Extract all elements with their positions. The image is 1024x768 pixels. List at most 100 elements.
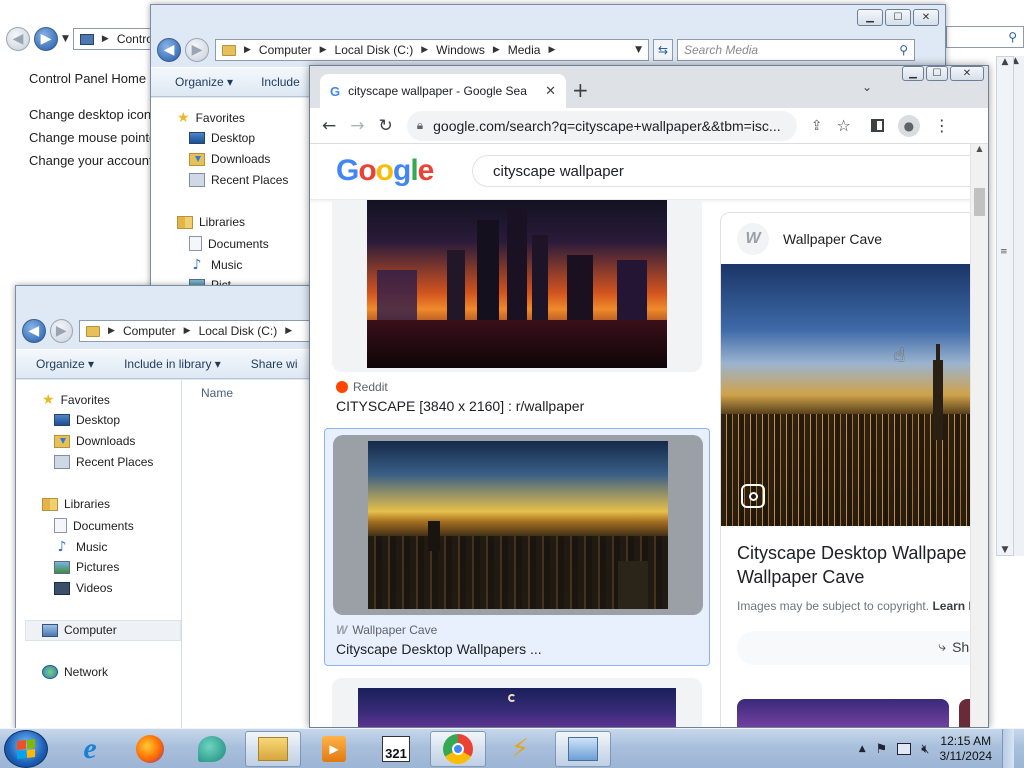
scroll-up-icon[interactable]: ▲: [997, 57, 1013, 73]
volume-muted-icon[interactable]: 🔇︎: [921, 742, 929, 757]
reload-icon[interactable]: ↻: [379, 116, 393, 136]
breadcrumb-local-disk[interactable]: Local Disk (C:): [199, 324, 278, 338]
media-player-icon[interactable]: ▶: [306, 731, 362, 767]
internet-explorer-icon[interactable]: e: [62, 731, 118, 767]
refresh-icon[interactable]: ⇆: [653, 39, 673, 61]
network-tray-icon[interactable]: [897, 743, 912, 755]
nav-recent-places[interactable]: Recent Places: [54, 455, 153, 469]
calendar-321-icon[interactable]: 321: [368, 731, 424, 767]
tab-close-icon[interactable]: ✕: [545, 84, 556, 99]
breadcrumb-media[interactable]: Media: [508, 43, 541, 57]
control-panel-search[interactable]: ⚲: [946, 26, 1024, 48]
preview-title-line1[interactable]: Cityscape Desktop Wallpape: [737, 543, 966, 564]
nav-network[interactable]: Network: [42, 665, 108, 679]
learn-more-link[interactable]: Learn I: [932, 599, 971, 613]
show-desktop-button[interactable]: [1002, 729, 1014, 768]
preview-image[interactable]: [721, 264, 971, 526]
nav-pictures[interactable]: Pictures: [54, 560, 119, 574]
lens-icon[interactable]: [741, 484, 765, 508]
include-in-library-button[interactable]: Include in library ▾: [124, 357, 221, 371]
nav-recent-places[interactable]: Recent Places: [189, 173, 288, 187]
control-panel-taskbar-button[interactable]: [555, 731, 611, 767]
sketch-tool-icon[interactable]: ⚡: [492, 731, 548, 767]
share-with-button[interactable]: Share wi: [251, 357, 298, 371]
new-tab-icon[interactable]: +: [572, 78, 589, 102]
image-result-1-title[interactable]: CITYSCAPE [3840 x 2160] : r/wallpaper: [336, 398, 584, 414]
media-panel-scrollbar[interactable]: ▲ ≡ ▼: [996, 56, 1014, 556]
include-button[interactable]: Include: [261, 75, 300, 89]
forward-arrow-icon[interactable]: →: [350, 116, 364, 136]
related-image-1[interactable]: [737, 699, 949, 727]
bookmark-star-icon[interactable]: ☆: [836, 116, 850, 135]
google-logo[interactable]: Google: [336, 154, 434, 188]
tab-search-icon[interactable]: ⌄: [862, 80, 872, 94]
close-button[interactable]: ✕: [950, 66, 984, 81]
scroll-grip-icon[interactable]: ≡: [1000, 247, 1008, 257]
image-result-1-source[interactable]: Reddit: [336, 380, 388, 394]
nav-documents[interactable]: Documents: [189, 236, 269, 251]
media-address-bar[interactable]: ▶ Computer ▶ Local Disk (C:) ▶ Windows ▶…: [215, 39, 649, 61]
clock[interactable]: 12:15 AM 3/11/2024: [940, 734, 993, 764]
change-mouse-pointer-link[interactable]: Change mouse pointer: [29, 130, 161, 145]
maximize-button[interactable]: ☐: [926, 66, 948, 81]
forward-icon[interactable]: ▶: [185, 38, 209, 62]
start-button[interactable]: [4, 730, 48, 768]
nav-favorites[interactable]: ★ Favorites: [42, 392, 110, 408]
nav-music[interactable]: ♪ Music: [54, 539, 108, 555]
image-result-2-title[interactable]: Cityscape Desktop Wallpapers ...: [336, 641, 542, 657]
history-dropdown-icon[interactable]: ▼: [62, 34, 69, 44]
chrome-tab[interactable]: G cityscape wallpaper - Google Sea ✕: [320, 74, 566, 108]
control-panel-home-link[interactable]: Control Panel Home: [29, 71, 146, 86]
google-search-input[interactable]: cityscape wallpaper: [472, 155, 988, 187]
breadcrumb-computer[interactable]: Computer: [123, 324, 176, 338]
firefox-icon[interactable]: [122, 731, 178, 767]
c-address-bar[interactable]: ▶ Computer ▶ Local Disk (C:) ▶: [79, 320, 314, 342]
chrome-menu-icon[interactable]: ⋮: [934, 116, 950, 135]
nav-desktop[interactable]: Desktop: [54, 413, 120, 427]
organize-button[interactable]: Organize ▾: [36, 357, 94, 371]
windows-explorer-taskbar-button[interactable]: [245, 731, 301, 767]
action-center-flag-icon[interactable]: ⚑: [876, 742, 888, 757]
nav-favorites[interactable]: ★ Favorites: [177, 110, 245, 126]
nav-music[interactable]: ♪ Music: [189, 257, 243, 273]
profile-avatar-icon[interactable]: ●: [897, 114, 920, 137]
change-desktop-icons-link[interactable]: Change desktop icons: [29, 107, 158, 122]
omnibox[interactable]: 🔒︎ google.com/search?q=cityscape+wallpap…: [406, 110, 797, 141]
nav-downloads[interactable]: Downloads: [54, 434, 135, 448]
forward-icon[interactable]: ▶: [49, 319, 74, 343]
breadcrumb-local-disk[interactable]: Local Disk (C:): [335, 43, 414, 57]
nav-libraries[interactable]: Libraries: [177, 215, 245, 229]
minimize-button[interactable]: ▁: [857, 9, 883, 26]
forward-icon[interactable]: ▶: [34, 27, 58, 51]
chrome-taskbar-button[interactable]: [430, 731, 486, 767]
breadcrumb-computer[interactable]: Computer: [259, 43, 312, 57]
back-icon[interactable]: ◀: [22, 319, 46, 343]
scroll-down-icon[interactable]: ▼: [997, 545, 1013, 555]
preview-source-row[interactable]: W Wallpaper Cave: [737, 223, 882, 255]
back-icon[interactable]: ◀: [6, 27, 30, 51]
image-result-3[interactable]: [332, 678, 702, 727]
chat-app-icon[interactable]: [184, 731, 240, 767]
share-icon[interactable]: ⇪: [811, 118, 823, 134]
nav-desktop[interactable]: Desktop: [189, 131, 255, 145]
media-search-input[interactable]: Search Media ⚲: [677, 39, 915, 61]
back-icon[interactable]: ◀: [157, 38, 181, 62]
nav-videos[interactable]: Videos: [54, 581, 112, 595]
minimize-button[interactable]: ▁: [902, 66, 924, 81]
nav-downloads[interactable]: Downloads: [189, 152, 270, 166]
image-result-1[interactable]: [332, 200, 702, 372]
organize-button[interactable]: Organize ▾: [175, 75, 233, 89]
back-arrow-icon[interactable]: ←: [322, 116, 336, 136]
image-result-2-selected[interactable]: W Wallpaper Cave Cityscape Desktop Wallp…: [324, 428, 710, 666]
scroll-thumb[interactable]: [974, 188, 985, 216]
column-header-name[interactable]: Name: [201, 386, 233, 400]
breadcrumb-windows[interactable]: Windows: [436, 43, 485, 57]
nav-computer[interactable]: Computer: [42, 623, 117, 637]
scroll-up-icon[interactable]: ▲: [971, 144, 988, 158]
nav-libraries[interactable]: Libraries: [42, 497, 110, 511]
maximize-button[interactable]: ☐: [885, 9, 911, 26]
nav-documents[interactable]: Documents: [54, 518, 134, 533]
address-dropdown-icon[interactable]: ▼: [635, 45, 642, 55]
preview-title-line2[interactable]: Wallpaper Cave: [737, 567, 864, 588]
change-account-link[interactable]: Change your account p: [29, 153, 163, 168]
